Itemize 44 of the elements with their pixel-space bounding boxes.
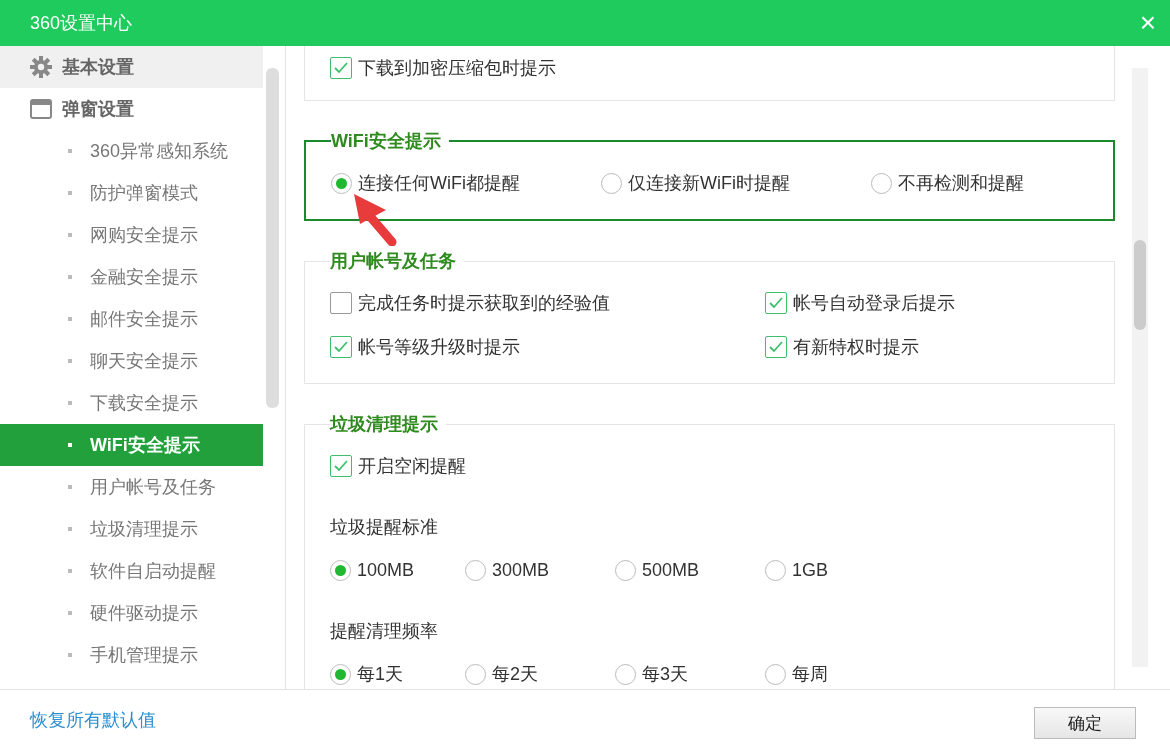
sidebar-subitem[interactable]: 手机管理提示 [0,634,263,676]
checkbox[interactable]: 开启空闲提醒 [330,454,1114,478]
window-title: 360设置中心 [30,12,133,35]
sidebar-subitem[interactable]: 下载安全提示 [0,382,263,424]
sidebar-subitem[interactable]: 邮件安全提示 [0,298,263,340]
option-label: 提醒清理频率 [330,621,438,641]
sidebar-subitem[interactable]: 软件自启动提醒 [0,550,263,592]
radio-button[interactable]: 每2天 [465,662,615,686]
restore-defaults-link[interactable]: 恢复所有默认值 [30,708,156,732]
checkbox[interactable]: 帐号自动登录后提示 [765,291,1114,315]
sidebar-subitem[interactable]: 防护弹窗模式 [0,172,263,214]
radio-button[interactable]: 500MB [615,559,765,581]
radio-button[interactable]: 1GB [765,559,1114,581]
radio-button[interactable]: 仅连接新WiFi时提醒 [601,171,871,195]
option-label: 垃圾提醒标准 [330,517,438,537]
checkbox[interactable]: 完成任务时提示获取到的经验值 [330,291,765,315]
radio-button[interactable]: 连接任何WiFi都提醒 [331,171,601,195]
sidebar-subitem[interactable]: 360异常感知系统 [0,130,263,172]
sidebar-item[interactable]: 弹窗设置 [0,88,263,130]
annotation-arrow [352,192,398,246]
radio-button[interactable]: 每周 [765,662,1114,686]
radio-button[interactable]: 不再检测和提醒 [871,171,1113,195]
sidebar-subitem[interactable]: 硬件驱动提示 [0,592,263,634]
checkbox[interactable]: 有新特权时提示 [765,335,1114,359]
radio-button[interactable]: 每1天 [330,662,465,686]
group-title: 用户帐号及任务 [330,250,457,273]
sidebar-subitem[interactable]: 垃圾清理提示 [0,508,263,550]
scrollbar-thumb[interactable] [266,68,279,408]
radio-button[interactable]: 每3天 [615,662,765,686]
window-icon [30,99,52,119]
sidebar-subitem[interactable]: 金融安全提示 [0,256,263,298]
sidebar-subitem[interactable]: 用户帐号及任务 [0,466,263,508]
sidebar-item[interactable]: 基本设置 [0,46,263,88]
sidebar-subitem[interactable]: 聊天安全提示 [0,340,263,382]
checkbox[interactable]: 下载到加密压缩包时提示 [330,56,1114,80]
radio-button[interactable]: 100MB [330,559,465,581]
group-title: 垃圾清理提示 [330,413,439,436]
sidebar-subitem[interactable]: 网购安全提示 [0,214,263,256]
radio-button[interactable]: 300MB [465,559,615,581]
group-title: WiFi安全提示 [331,130,442,153]
scrollbar-thumb[interactable] [1134,240,1146,330]
ok-button[interactable]: 确定 [1034,707,1136,739]
gear-icon [30,56,52,78]
checkbox[interactable]: 帐号等级升级时提示 [330,335,765,359]
